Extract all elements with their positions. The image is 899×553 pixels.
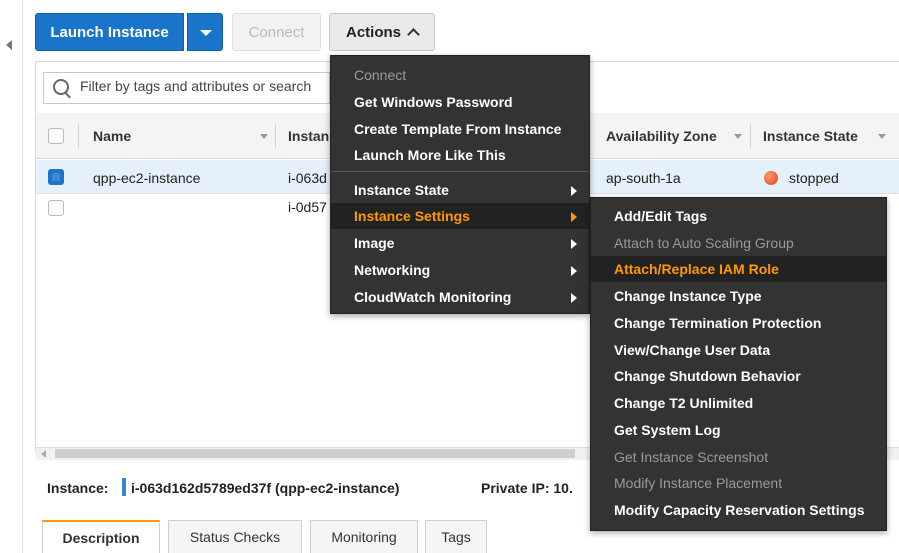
menu-item-modify-instance-placement[interactable]: Modify Instance Placement xyxy=(591,470,886,496)
menu-item-image[interactable]: Image xyxy=(331,230,589,256)
menu-item-attach-replace-iam-role[interactable]: Attach/Replace IAM Role xyxy=(591,256,886,282)
menu-item-instance-settings[interactable]: Instance Settings xyxy=(331,203,589,229)
menu-item-label: Instance State xyxy=(354,182,449,198)
availability-zone: ap-south-1a xyxy=(606,170,681,186)
chevron-right-icon xyxy=(571,186,577,196)
actions-button[interactable]: Actions xyxy=(329,13,435,51)
stopped-status-icon xyxy=(764,171,778,185)
menu-item-change-shutdown-behavior[interactable]: Change Shutdown Behavior xyxy=(591,363,886,389)
sort-caret-icon[interactable] xyxy=(878,134,886,139)
instance-color-marker xyxy=(122,478,126,496)
column-divider xyxy=(78,124,79,148)
instance-label: Instance: xyxy=(47,480,109,496)
menu-item-create-template[interactable]: Create Template From Instance xyxy=(331,116,589,142)
instance-name: qpp-ec2-instance xyxy=(93,170,201,186)
launch-options-dropdown-button[interactable] xyxy=(187,13,223,51)
column-header-availability-zone[interactable]: Availability Zone xyxy=(606,128,717,144)
chevron-right-icon xyxy=(571,266,577,276)
instance-detail-id: i-063d162d5789ed37f (qpp-ec2-instance) xyxy=(131,480,400,496)
tab-description[interactable]: Description xyxy=(42,520,160,553)
search-icon xyxy=(53,79,69,95)
actions-label: Actions xyxy=(345,23,401,41)
tab-status-checks[interactable]: Status Checks xyxy=(168,520,302,553)
menu-item-modify-capacity-reservation[interactable]: Modify Capacity Reservation Settings xyxy=(591,497,886,523)
left-panel-toggle[interactable] xyxy=(0,0,23,553)
sort-caret-icon[interactable] xyxy=(260,134,268,139)
launch-instance-button[interactable]: Launch Instance xyxy=(35,13,184,51)
menu-item-get-system-log[interactable]: Get System Log xyxy=(591,417,886,443)
instance-id: i-0d57 xyxy=(288,199,327,215)
menu-item-connect[interactable]: Connect xyxy=(331,62,589,88)
scrollbar-thumb[interactable] xyxy=(55,449,575,458)
connect-button[interactable]: Connect xyxy=(232,13,321,51)
menu-item-attach-auto-scaling[interactable]: Attach to Auto Scaling Group xyxy=(591,230,886,256)
menu-item-add-edit-tags[interactable]: Add/Edit Tags xyxy=(591,203,886,229)
sort-caret-icon[interactable] xyxy=(734,134,742,139)
instance-id: i-063d xyxy=(288,170,327,186)
chevron-up-icon xyxy=(407,28,420,41)
column-divider xyxy=(275,124,276,148)
menu-item-get-windows-password[interactable]: Get Windows Password xyxy=(331,89,589,115)
chevron-right-icon xyxy=(571,293,577,303)
menu-item-instance-state[interactable]: Instance State xyxy=(331,177,589,203)
chevron-right-icon xyxy=(571,212,577,222)
menu-item-change-termination-protection[interactable]: Change Termination Protection xyxy=(591,310,886,336)
menu-item-launch-more-like-this[interactable]: Launch More Like This xyxy=(331,142,589,168)
column-header-instance-state[interactable]: Instance State xyxy=(763,128,858,144)
column-header-name[interactable]: Name xyxy=(93,128,131,144)
instance-state: stopped xyxy=(789,170,839,186)
row-checkbox[interactable] xyxy=(48,200,64,216)
actions-menu: Connect Get Windows Password Create Temp… xyxy=(330,55,590,314)
chevron-right-icon xyxy=(571,239,577,249)
private-ip-label: Private IP: 10. xyxy=(481,480,573,496)
menu-item-networking[interactable]: Networking xyxy=(331,257,589,283)
menu-item-change-t2-unlimited[interactable]: Change T2 Unlimited xyxy=(591,390,886,416)
filter-placeholder: Filter by tags and attributes or search xyxy=(80,78,312,94)
row-checkbox[interactable] xyxy=(48,169,64,185)
instance-settings-submenu: Add/Edit Tags Attach to Auto Scaling Gro… xyxy=(590,197,887,531)
menu-item-get-instance-screenshot[interactable]: Get Instance Screenshot xyxy=(591,444,886,470)
menu-item-label: CloudWatch Monitoring xyxy=(354,289,512,305)
menu-separator xyxy=(331,171,589,172)
tab-monitoring[interactable]: Monitoring xyxy=(310,520,418,553)
menu-item-change-instance-type[interactable]: Change Instance Type xyxy=(591,283,886,309)
menu-item-cloudwatch-monitoring[interactable]: CloudWatch Monitoring xyxy=(331,284,589,310)
scroll-left-icon[interactable] xyxy=(41,450,46,458)
menu-item-label: Image xyxy=(354,235,395,251)
column-header-instance-id[interactable]: Instan xyxy=(288,128,329,144)
column-divider xyxy=(750,124,751,148)
select-all-checkbox[interactable] xyxy=(48,128,64,144)
menu-item-view-change-user-data[interactable]: View/Change User Data xyxy=(591,337,886,363)
collapse-left-icon[interactable] xyxy=(6,40,12,50)
menu-item-label: Instance Settings xyxy=(354,208,470,224)
menu-item-label: Networking xyxy=(354,262,431,278)
tab-tags[interactable]: Tags xyxy=(425,520,487,553)
